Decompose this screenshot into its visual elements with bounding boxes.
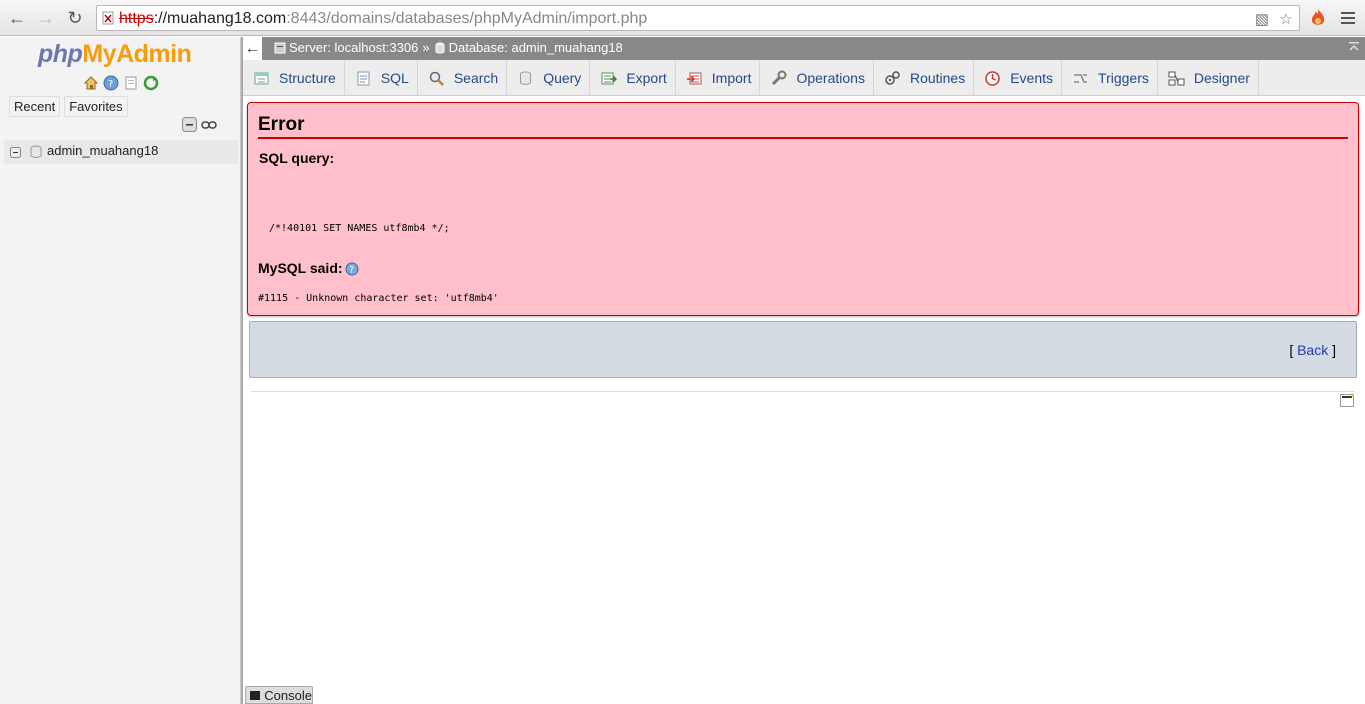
collapse-all-icon[interactable]	[182, 117, 197, 132]
import-icon	[686, 72, 702, 84]
tab-events[interactable]: Events	[974, 60, 1063, 96]
svg-text:?: ?	[349, 266, 354, 276]
browser-toolbar: ← → ↻ https://muahang18.com:8443/domains…	[0, 0, 1365, 36]
navigation-panel: phpMyAdmin ? Recent Favorites admin_muah…	[0, 37, 240, 704]
breadcrumb: ← Server: localhost:3306 » Database: adm…	[243, 37, 1365, 60]
translate-icon[interactable]: ▧	[1253, 10, 1271, 28]
collapse-top-menu-icon[interactable]	[1348, 41, 1360, 53]
sql-query-code: /*!40101 SET NAMES utf8mb4 */;	[269, 223, 450, 234]
triggers-icon	[1074, 73, 1088, 83]
tab-export[interactable]: Export	[590, 60, 676, 96]
reload-navigation-icon[interactable]	[143, 75, 159, 91]
documentation-help-icon[interactable]: ?	[345, 262, 359, 276]
hide-navigation-icon[interactable]: ←	[243, 37, 262, 60]
tab-search[interactable]: Search	[418, 60, 508, 96]
tab-operations[interactable]: Operations	[760, 60, 874, 96]
reload-icon[interactable]: ↻	[62, 5, 88, 31]
top-menu-tabs: Structure SQL Search Query Export Import…	[243, 60, 1365, 96]
tab-designer[interactable]: Designer	[1158, 60, 1259, 96]
routines-icon	[885, 70, 900, 85]
help-icon[interactable]: ?	[103, 75, 119, 91]
search-icon	[429, 71, 444, 86]
designer-icon	[1168, 71, 1185, 85]
console-button[interactable]: Console	[245, 686, 313, 704]
extension-fire-icon[interactable]	[1307, 7, 1329, 29]
home-icon[interactable]	[83, 75, 99, 91]
back-arrow-icon[interactable]: ←	[4, 5, 30, 31]
database-icon	[30, 145, 42, 158]
tab-import[interactable]: Import	[676, 60, 761, 96]
documentation-icon[interactable]	[123, 75, 139, 91]
tab-triggers[interactable]: Triggers	[1062, 60, 1158, 96]
error-code-message: #1115 - Unknown character set: 'utf8mb4'	[258, 293, 499, 304]
structure-icon	[254, 72, 269, 84]
clock-icon	[985, 70, 1000, 86]
server-icon	[274, 42, 286, 53]
collapse-icon[interactable]	[10, 147, 21, 158]
tab-routines[interactable]: Routines	[874, 60, 975, 96]
tab-structure[interactable]: Structure	[243, 60, 345, 96]
breadcrumb-database[interactable]: Database: admin_muahang18	[449, 40, 623, 55]
favorites-tab[interactable]: Favorites	[64, 96, 128, 117]
console-icon	[250, 690, 261, 700]
url-text: https://muahang18.com:8443/domains/datab…	[119, 10, 648, 27]
wrench-icon	[772, 70, 787, 85]
database-name[interactable]: admin_muahang18	[47, 143, 158, 158]
panel-splitter[interactable]	[240, 37, 243, 704]
query-icon	[520, 71, 532, 85]
error-divider	[258, 137, 1348, 139]
tab-sql[interactable]: SQL	[345, 60, 418, 96]
mysql-said-label: MySQL said:	[258, 260, 343, 276]
sql-query-label: SQL query:	[259, 150, 335, 166]
back-panel: [ Back ]	[249, 321, 1357, 378]
tab-query[interactable]: Query	[507, 60, 591, 96]
page-settings-icon[interactable]	[1340, 393, 1354, 407]
navigation-tabs: Recent Favorites	[9, 96, 128, 117]
bookmark-star-icon[interactable]: ☆	[1277, 10, 1295, 28]
quick-icons: ?	[83, 75, 159, 91]
export-icon	[601, 72, 618, 84]
database-tree-item[interactable]: admin_muahang18	[4, 140, 238, 164]
svg-text:?: ?	[108, 79, 113, 90]
error-title: Error	[258, 114, 305, 135]
breadcrumb-server[interactable]: Server: localhost:3306	[289, 40, 418, 55]
broken-lock-icon[interactable]	[102, 11, 114, 25]
back-link-wrapper: [ Back ]	[1289, 342, 1336, 358]
recent-tab[interactable]: Recent	[9, 96, 61, 117]
browser-menu-icon[interactable]	[1338, 8, 1358, 28]
back-link[interactable]: Back	[1297, 342, 1328, 358]
divider	[251, 391, 1355, 392]
forward-arrow-icon[interactable]: →	[33, 5, 59, 31]
error-message: Error SQL query: /*!40101 SET NAMES utf8…	[247, 102, 1359, 316]
breadcrumb-separator: »	[422, 40, 430, 55]
sql-icon	[357, 71, 370, 85]
address-bar[interactable]: https://muahang18.com:8443/domains/datab…	[96, 5, 1300, 31]
database-icon	[435, 42, 445, 53]
link-with-main-panel-icon[interactable]	[201, 119, 217, 131]
phpmyadmin-logo[interactable]: phpMyAdmin	[38, 40, 192, 69]
